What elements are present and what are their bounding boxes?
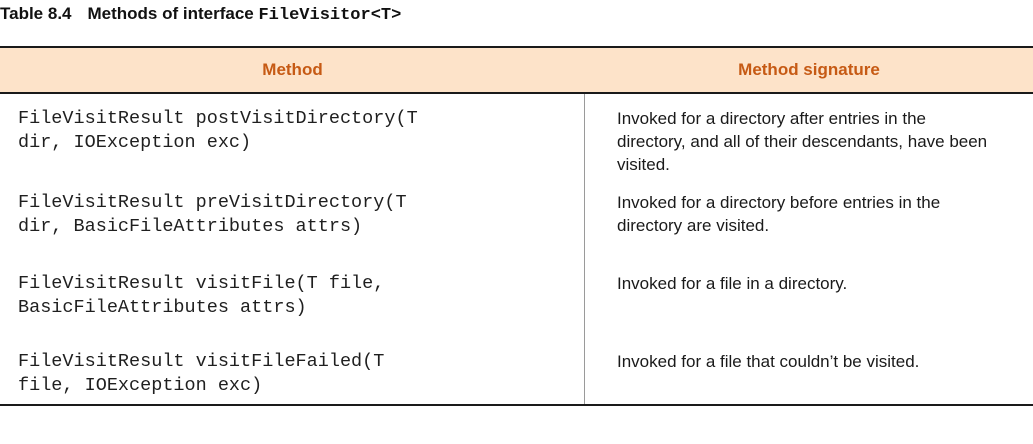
table-row: FileVisitResult preVisitDirectory(T dir, … — [0, 182, 1033, 263]
method-line: FileVisitResult postVisitDirectory(T — [18, 108, 418, 129]
method-line: FileVisitResult preVisitDirectory(T — [18, 192, 407, 213]
methods-table: Method Method signature FileVisitResult … — [0, 46, 1033, 406]
method-cell: FileVisitResult preVisitDirectory(T dir, … — [0, 182, 584, 263]
method-cell: FileVisitResult visitFile(T file, BasicFi… — [0, 263, 584, 342]
table-row: FileVisitResult visitFileFailed(T file, I… — [0, 342, 1033, 406]
table-header-row: Method Method signature — [0, 46, 1033, 94]
method-line: BasicFileAttributes attrs) — [18, 297, 307, 318]
method-line: file, IOException exc) — [18, 375, 263, 396]
method-line: dir, IOException exc) — [18, 132, 252, 153]
description-cell: Invoked for a file that couldn’t be visi… — [585, 342, 1033, 406]
table-row: FileVisitResult visitFile(T file, BasicFi… — [0, 263, 1033, 342]
header-method: Method — [0, 46, 585, 94]
method-cell: FileVisitResult visitFileFailed(T file, I… — [0, 342, 584, 406]
method-line: dir, BasicFileAttributes attrs) — [18, 216, 363, 237]
caption-code: FileVisitor<T> — [258, 6, 402, 25]
method-line: FileVisitResult visitFile(T file, — [18, 273, 385, 294]
header-method-signature: Method signature — [585, 46, 1033, 94]
table-row: FileVisitResult postVisitDirectory(T dir,… — [0, 93, 1033, 182]
caption-text: Methods of interface — [87, 4, 254, 23]
method-line: FileVisitResult visitFileFailed(T — [18, 351, 385, 372]
description-cell: Invoked for a directory before entries i… — [617, 193, 941, 235]
table-number: Table 8.4 — [0, 4, 72, 23]
method-cell: FileVisitResult postVisitDirectory(T dir,… — [0, 93, 584, 182]
table-caption: Table 8.4 Methods of interface FileVisito… — [0, 4, 401, 25]
description-cell: Invoked for a file in a directory. — [617, 274, 848, 293]
description-cell: Invoked for a directory after entries in… — [617, 109, 988, 174]
